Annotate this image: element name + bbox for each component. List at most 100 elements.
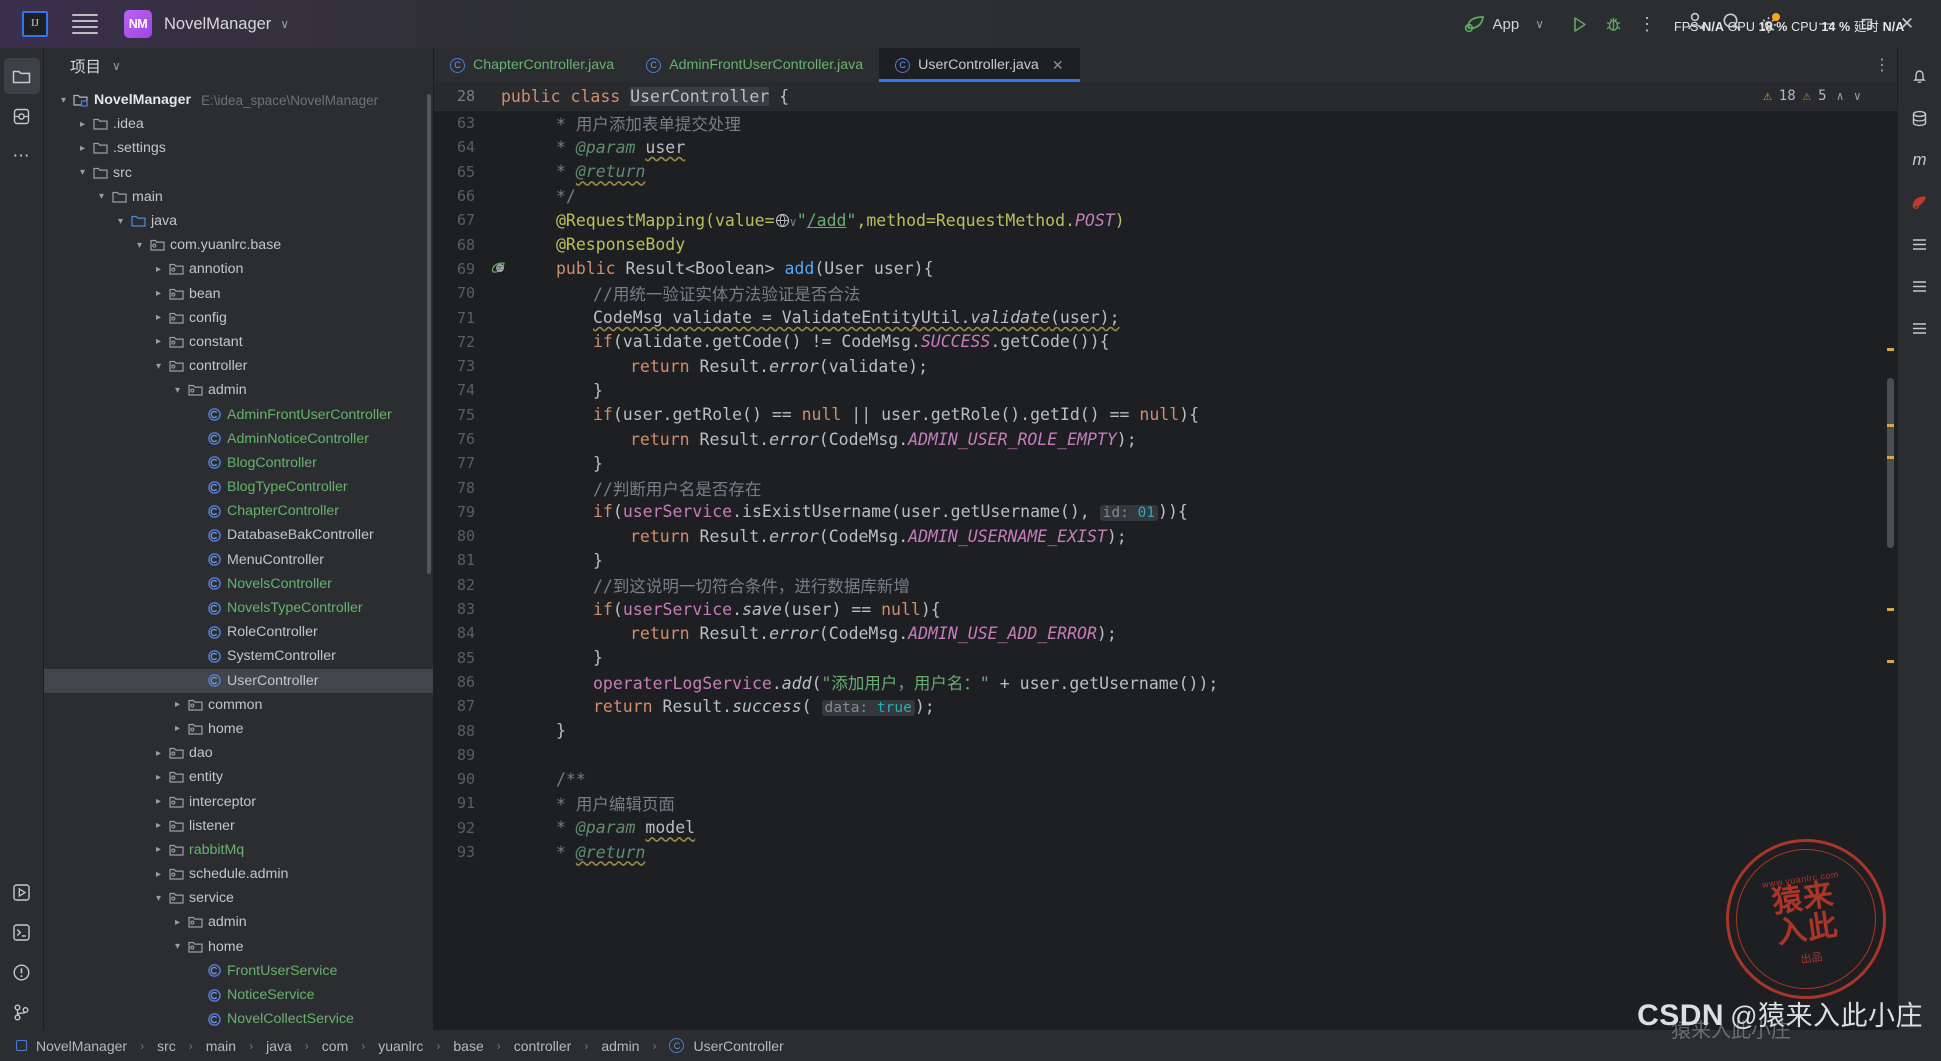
- code-line[interactable]: 80 return Result.error(CodeMsg.ADMIN_USER…: [434, 524, 1897, 548]
- chevron-down-icon[interactable]: ▾: [151, 361, 166, 372]
- code-line[interactable]: 82 //到这说明一切符合条件，进行数据库新增: [434, 573, 1897, 597]
- chevron-right-icon[interactable]: ▸: [170, 723, 185, 734]
- chevron-right-icon[interactable]: ▸: [151, 796, 166, 807]
- run-button[interactable]: [1562, 7, 1596, 41]
- breadcrumb-item[interactable]: controller: [514, 1038, 572, 1054]
- tree-node[interactable]: ▾ com.yuanlrc.base: [44, 233, 433, 257]
- tree-node[interactable]: NovelsTypeController: [44, 596, 433, 620]
- chevron-right-icon[interactable]: ▸: [151, 336, 166, 347]
- code-line[interactable]: 86 operaterLogService.add("添加用户，用户名：" + u…: [434, 670, 1897, 694]
- chevron-down-icon[interactable]: ▾: [94, 191, 109, 202]
- version-control-icon[interactable]: [4, 994, 40, 1030]
- tree-node[interactable]: BlogController: [44, 451, 433, 475]
- code-line[interactable]: 78 //判断用户名是否存在: [434, 475, 1897, 499]
- project-name-label[interactable]: NovelManager: [164, 15, 271, 34]
- next-problem-icon[interactable]: ∨: [1854, 89, 1861, 103]
- tree-node[interactable]: ▸ config: [44, 306, 433, 330]
- code-line[interactable]: 64 * @param user: [434, 135, 1897, 159]
- tree-node[interactable]: ▾ java: [44, 209, 433, 233]
- chevron-right-icon[interactable]: ▸: [75, 119, 90, 130]
- chevron-right-icon[interactable]: ▸: [151, 748, 166, 759]
- tree-node[interactable]: NoticeService: [44, 983, 433, 1007]
- tree-node[interactable]: ▸ bean: [44, 282, 433, 306]
- tree-node[interactable]: ▸ home: [44, 717, 433, 741]
- tree-node[interactable]: ▸ admin: [44, 910, 433, 934]
- tree-node[interactable]: NovelCollectService: [44, 1007, 433, 1030]
- editor-tab[interactable]: C AdminFrontUserController.java: [630, 48, 879, 82]
- chevron-right-icon[interactable]: ▸: [151, 844, 166, 855]
- code-editor[interactable]: 63 * 用户添加表单提交处理 64 * @param user 65 * @return…: [434, 111, 1897, 1030]
- breadcrumb-item[interactable]: src: [157, 1038, 176, 1054]
- chevron-down-icon[interactable]: ▾: [56, 95, 71, 106]
- main-menu-icon[interactable]: [72, 14, 98, 34]
- project-badge[interactable]: NM: [124, 10, 152, 38]
- code-line[interactable]: 90 /**: [434, 767, 1897, 791]
- breadcrumb-item[interactable]: yuanlrc: [378, 1038, 423, 1054]
- chevron-right-icon[interactable]: ▸: [151, 820, 166, 831]
- chevron-right-icon[interactable]: ▸: [151, 772, 166, 783]
- tree-node[interactable]: ▸ entity: [44, 765, 433, 789]
- intellij-logo-icon[interactable]: IJ: [22, 11, 48, 37]
- tree-node[interactable]: SystemController: [44, 644, 433, 668]
- code-line[interactable]: 84 return Result.error(CodeMsg.ADMIN_USE_…: [434, 621, 1897, 645]
- breadcrumb-item[interactable]: UserController: [693, 1038, 783, 1054]
- chevron-right-icon[interactable]: ▸: [151, 312, 166, 323]
- maven-tool-window-icon[interactable]: m: [1902, 142, 1938, 178]
- chevron-right-icon[interactable]: ▸: [151, 869, 166, 880]
- code-line[interactable]: 73 return Result.error(validate);: [434, 354, 1897, 378]
- tree-node[interactable]: NovelsController: [44, 572, 433, 596]
- code-line[interactable]: 70 //用统一验证实体方法验证是否合法: [434, 281, 1897, 305]
- code-line[interactable]: 83 if(userService.save(user) == null){: [434, 597, 1897, 621]
- tree-node[interactable]: AdminFrontUserController: [44, 402, 433, 426]
- chevron-right-icon[interactable]: ▸: [170, 917, 185, 928]
- chevron-right-icon[interactable]: ▸: [170, 699, 185, 710]
- tree-node[interactable]: ▾ admin: [44, 378, 433, 402]
- chevron-right-icon[interactable]: ▸: [151, 288, 166, 299]
- code-line[interactable]: 76 return Result.error(CodeMsg.ADMIN_USER…: [434, 427, 1897, 451]
- tree-node[interactable]: ▸ .settings: [44, 136, 433, 160]
- run-config-chevron-down-icon[interactable]: ∨: [1535, 17, 1544, 31]
- code-line[interactable]: 87 return Result.success( data: true);: [434, 694, 1897, 718]
- breadcrumb-item[interactable]: main: [206, 1038, 236, 1054]
- code-line[interactable]: 85}: [434, 646, 1897, 670]
- tree-node[interactable]: ▸ interceptor: [44, 789, 433, 813]
- tree-node[interactable]: ▾ main: [44, 185, 433, 209]
- chevron-down-icon[interactable]: ▾: [113, 216, 128, 227]
- tree-node[interactable]: ▾ src: [44, 161, 433, 185]
- code-line[interactable]: 69 public Result<Boolean> add(User user){: [434, 257, 1897, 281]
- tree-node[interactable]: RoleController: [44, 620, 433, 644]
- editor-tab[interactable]: C ChapterController.java: [434, 48, 630, 82]
- commit-tool-window-icon[interactable]: [4, 98, 40, 134]
- breadcrumb-item[interactable]: java: [266, 1038, 292, 1054]
- more-actions-icon[interactable]: ⋮: [1630, 7, 1664, 41]
- bookmarks-tool-window-icon[interactable]: [1902, 268, 1938, 304]
- tree-node[interactable]: AdminNoticeController: [44, 427, 433, 451]
- code-line[interactable]: 74}: [434, 378, 1897, 402]
- project-tool-window-icon[interactable]: [3, 58, 40, 94]
- notifications-bell-icon[interactable]: [1902, 58, 1938, 94]
- notifications-secondary-icon[interactable]: [1902, 310, 1938, 346]
- chevron-right-icon[interactable]: ▸: [151, 264, 166, 275]
- problems-tool-window-icon[interactable]: [4, 954, 40, 990]
- tree-node[interactable]: ▸ annotion: [44, 257, 433, 281]
- structure-tool-window-icon[interactable]: [1902, 226, 1938, 262]
- chevron-down-icon[interactable]: ▾: [132, 240, 147, 251]
- close-tab-icon[interactable]: ✕: [1052, 57, 1064, 74]
- tree-node[interactable]: ▸ listener: [44, 814, 433, 838]
- code-line[interactable]: 88}: [434, 718, 1897, 742]
- code-line[interactable]: 89: [434, 743, 1897, 767]
- editor-marker[interactable]: [1887, 424, 1894, 427]
- database-tool-window-icon[interactable]: [1902, 100, 1938, 136]
- tree-node[interactable]: ▸ dao: [44, 741, 433, 765]
- code-line[interactable]: 68 @ResponseBody: [434, 232, 1897, 256]
- debug-button[interactable]: [1596, 7, 1630, 41]
- tree-node[interactable]: FrontUserService: [44, 959, 433, 983]
- previous-problem-icon[interactable]: ∧: [1837, 89, 1844, 103]
- code-line[interactable]: 93 * @return: [434, 840, 1897, 864]
- tree-node[interactable]: DatabaseBakController: [44, 523, 433, 547]
- editor-marker[interactable]: [1887, 456, 1894, 459]
- tree-node[interactable]: ▸ schedule.admin: [44, 862, 433, 886]
- inspections-widget[interactable]: ⚠ 18 ⚠ 5 ∧ ∨: [1763, 88, 1861, 104]
- code-line[interactable]: 66 */: [434, 184, 1897, 208]
- chevron-down-icon[interactable]: ▾: [75, 167, 90, 178]
